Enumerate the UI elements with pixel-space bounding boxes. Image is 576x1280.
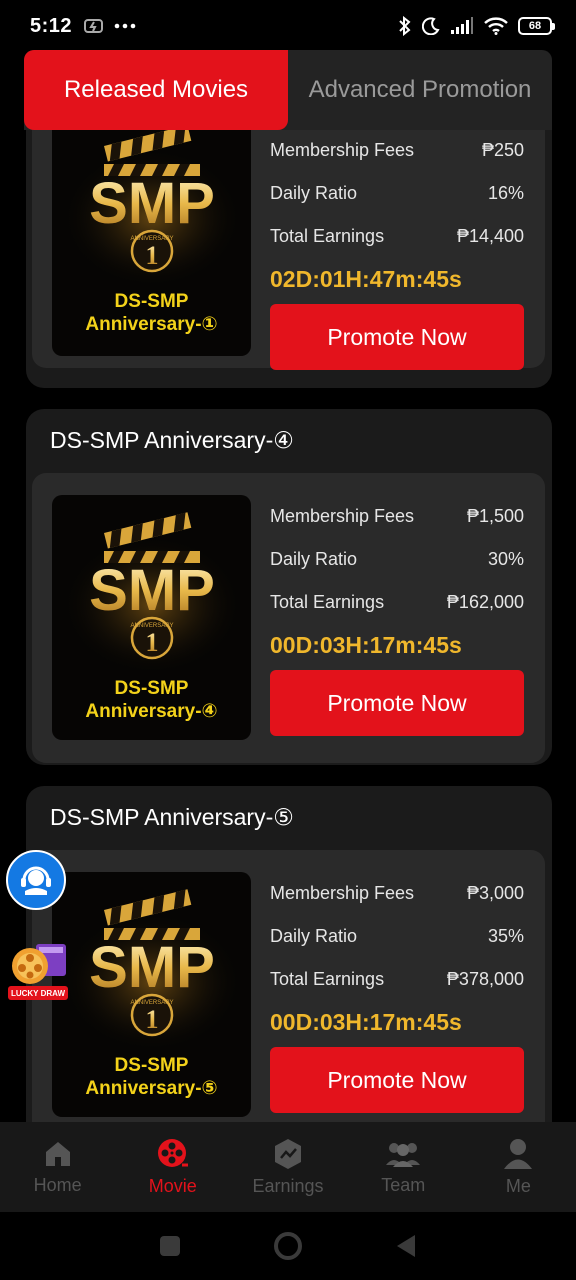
film-reel-icon xyxy=(12,944,66,984)
film-reel-icon xyxy=(157,1138,188,1167)
poster-caption: DS-SMP Anniversary-① xyxy=(85,291,218,335)
daily-ratio-row: Daily Ratio 30% xyxy=(270,549,524,569)
total-earnings-value: ₱378,000 xyxy=(446,969,524,989)
daily-ratio-row: Daily Ratio 16% xyxy=(270,183,524,203)
lucky-draw-button[interactable]: LUCKY DRAW xyxy=(6,940,70,1004)
poster-caption: DS-SMP Anniversary-⑤ xyxy=(85,1055,218,1099)
daily-ratio-value: 16% xyxy=(487,183,524,203)
recent-apps-icon[interactable] xyxy=(159,1235,181,1257)
svg-text:1: 1 xyxy=(146,241,159,270)
svg-text:1: 1 xyxy=(146,1005,159,1034)
movie-title: DS-SMP Anniversary-④ xyxy=(50,427,294,453)
membership-fees-value: ₱1,500 xyxy=(466,506,524,526)
nav-earnings[interactable]: Earnings xyxy=(230,1122,345,1212)
clapperboard-logo-icon: SMP ANNIVERSARY 1 xyxy=(62,125,242,288)
back-icon[interactable] xyxy=(395,1234,417,1258)
movie-poster: SMP ANNIVERSARY 1 DS-SMP Anniversary-① xyxy=(52,108,251,356)
total-earnings-value: ₱14,400 xyxy=(456,226,524,246)
membership-fees-value: ₱250 xyxy=(481,140,524,160)
earnings-icon xyxy=(275,1138,301,1169)
membership-fees-value: ₱3,000 xyxy=(466,883,524,903)
poster-logo-text: SMP xyxy=(89,558,215,623)
movie-list[interactable]: SMP ANNIVERSARY 1 DS-SMP Anniversary-① Me… xyxy=(0,0,576,1122)
nav-team[interactable]: Team xyxy=(346,1122,461,1212)
lucky-draw-label: LUCKY DRAW xyxy=(8,986,68,1000)
home-circle-icon[interactable] xyxy=(273,1231,303,1261)
movie-card: DS-SMP Anniversary-⑤ SMP ANNIVERSARY 1 D… xyxy=(26,786,552,1122)
promote-now-button[interactable]: Promote Now xyxy=(270,304,524,370)
customer-support-button[interactable] xyxy=(6,850,66,910)
poster-logo-text: SMP xyxy=(89,171,215,236)
tab-bar: Released Movies Advanced Promotion xyxy=(24,50,552,130)
system-navigation-bar xyxy=(0,1212,576,1280)
total-earnings-row: Total Earnings ₱14,400 xyxy=(270,226,524,246)
bottom-navigation: Home Movie Earnings Team Me xyxy=(0,1122,576,1212)
movie-poster: SMP ANNIVERSARY 1 DS-SMP Anniversary-④ xyxy=(52,495,251,740)
person-icon xyxy=(504,1138,533,1169)
movie-card-body: SMP ANNIVERSARY 1 DS-SMP Anniversary-④ Me… xyxy=(32,473,545,763)
promote-now-button[interactable]: Promote Now xyxy=(270,670,524,736)
movie-card-body: SMP ANNIVERSARY 1 DS-SMP Anniversary-⑤ Me… xyxy=(32,850,545,1122)
clapperboard-logo-icon: SMP ANNIVERSARY 1 xyxy=(62,889,242,1052)
tab-advanced-promotion[interactable]: Advanced Promotion xyxy=(288,50,552,130)
membership-fees-row: Membership Fees ₱250 xyxy=(270,140,524,160)
countdown-timer: 00D:03H:17m:45s xyxy=(270,1008,462,1035)
daily-ratio-row: Daily Ratio 35% xyxy=(270,926,524,946)
movie-title: DS-SMP Anniversary-⑤ xyxy=(50,804,294,830)
countdown-timer: 02D:01H:47m:45s xyxy=(270,265,462,292)
poster-logo-text: SMP xyxy=(89,935,215,1000)
daily-ratio-value: 30% xyxy=(487,549,524,569)
daily-ratio-value: 35% xyxy=(487,926,524,946)
promote-now-button[interactable]: Promote Now xyxy=(270,1047,524,1113)
tab-released-movies[interactable]: Released Movies xyxy=(24,50,288,130)
headset-icon xyxy=(21,866,51,895)
home-icon xyxy=(45,1141,70,1166)
countdown-timer: 00D:03H:17m:45s xyxy=(270,631,462,658)
movie-card: DS-SMP Anniversary-④ SMP ANNIVERSARY 1 D… xyxy=(26,409,552,765)
poster-caption: DS-SMP Anniversary-④ xyxy=(85,678,218,722)
svg-text:1: 1 xyxy=(146,628,159,657)
total-earnings-value: ₱162,000 xyxy=(446,592,524,612)
nav-me[interactable]: Me xyxy=(461,1122,576,1212)
team-icon xyxy=(386,1142,421,1167)
membership-fees-row: Membership Fees ₱1,500 xyxy=(270,506,524,526)
nav-home[interactable]: Home xyxy=(0,1122,115,1212)
clapperboard-logo-icon: SMP ANNIVERSARY 1 xyxy=(62,512,242,675)
movie-poster: SMP ANNIVERSARY 1 DS-SMP Anniversary-⑤ xyxy=(52,872,251,1117)
nav-movie[interactable]: Movie xyxy=(115,1122,230,1212)
total-earnings-row: Total Earnings ₱162,000 xyxy=(270,592,524,612)
membership-fees-row: Membership Fees ₱3,000 xyxy=(270,883,524,903)
total-earnings-row: Total Earnings ₱378,000 xyxy=(270,969,524,989)
